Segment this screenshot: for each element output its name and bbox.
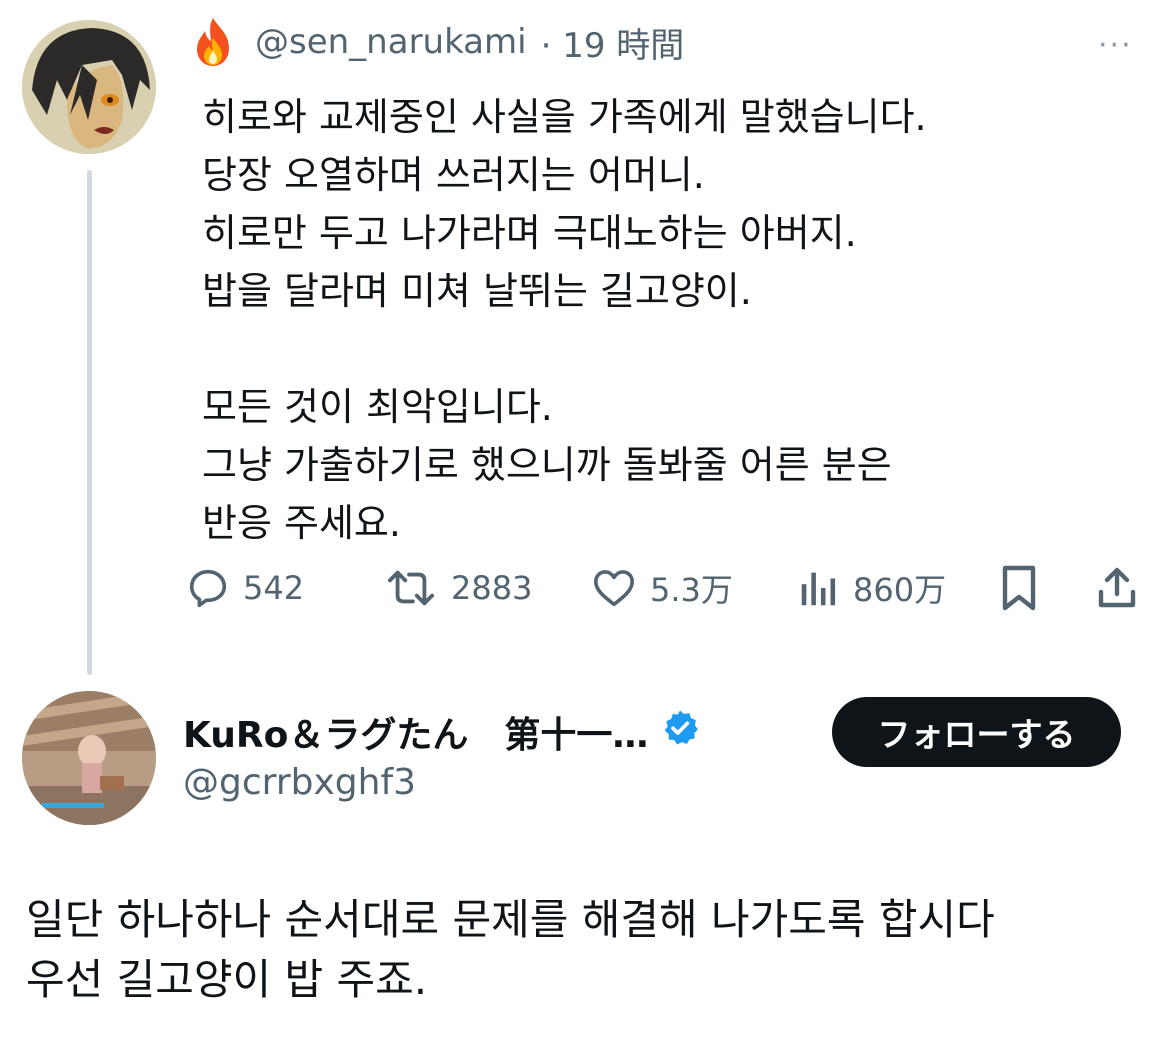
tweet-text: 히로와 교제중인 사실을 가족에게 말했습니다. 당장 오열하며 쓰러지는 어머… xyxy=(202,88,1142,552)
view-count: 860万 xyxy=(853,571,947,609)
author-handle[interactable]: @sen_narukami xyxy=(255,22,527,62)
repost-button[interactable]: 2883 xyxy=(383,560,532,616)
share-button[interactable] xyxy=(1095,560,1139,616)
reply-author-name[interactable]: KuRo＆ラグたん 第十一… xyxy=(183,706,648,758)
repost-icon xyxy=(388,570,435,606)
author-avatar[interactable] xyxy=(22,20,156,154)
tweet-text-line xyxy=(202,320,1142,378)
reply-button[interactable]: 542 xyxy=(185,560,304,616)
reply-author-handle[interactable]: @gcrrbxghf3 xyxy=(183,762,416,803)
tweet-action-bar: 542 2883 5.3万 860万 xyxy=(185,560,1145,616)
tweet-text-line: 그냥 가출하기로 했으니까 돌봐줄 어른 분은 xyxy=(202,443,892,487)
tweet-text-line: 밥을 달라며 미쳐 날뛰는 길고양이. xyxy=(202,269,752,313)
reply-icon xyxy=(189,569,227,608)
share-icon xyxy=(1098,567,1136,608)
reply-author-name-row: KuRo＆ラグたん 第十一… xyxy=(183,706,700,758)
heart-icon xyxy=(593,570,635,607)
tweet-header: @sen_narukami · 19 時間 xyxy=(185,14,684,70)
verified-badge-icon xyxy=(660,708,700,757)
more-options-icon[interactable]: ··· xyxy=(1098,28,1133,63)
like-button[interactable]: 5.3万 xyxy=(590,560,733,616)
analytics-icon xyxy=(801,572,836,606)
tweet-text-line: 히로와 교제중인 사실을 가족에게 말했습니다. xyxy=(202,95,927,139)
tweet-text-line: 당장 오열하며 쓰러지는 어머니. xyxy=(202,153,705,197)
tweet-text-line: 모든 것이 최악입니다. xyxy=(202,385,553,429)
reply-text: 일단 하나하나 순서대로 문제를 해결해 나가도록 합시다 우선 길고양이 밥 … xyxy=(26,890,1156,1010)
like-count: 5.3万 xyxy=(650,571,733,609)
fire-icon xyxy=(185,14,241,70)
tweet-text-line: 히로만 두고 나가라며 극대노하는 아버지. xyxy=(202,211,857,255)
reply-text-line: 우선 길고양이 밥 주죠. xyxy=(26,955,428,1004)
bookmark-button[interactable] xyxy=(997,560,1041,616)
reply-text-line: 일단 하나하나 순서대로 문제를 해결해 나가도록 합시다 xyxy=(26,895,995,944)
repost-count: 2883 xyxy=(451,569,533,607)
bookmark-icon xyxy=(1002,565,1036,611)
reply-count: 542 xyxy=(243,569,305,607)
tweet-text-line: 반응 주세요. xyxy=(202,501,401,545)
tweet-timestamp[interactable]: · 19 時間 xyxy=(541,18,685,67)
follow-button[interactable]: フォローする xyxy=(832,697,1121,767)
views-button[interactable]: 860万 xyxy=(797,560,946,616)
reply-author-avatar[interactable] xyxy=(22,691,156,825)
thread-line xyxy=(87,170,92,675)
